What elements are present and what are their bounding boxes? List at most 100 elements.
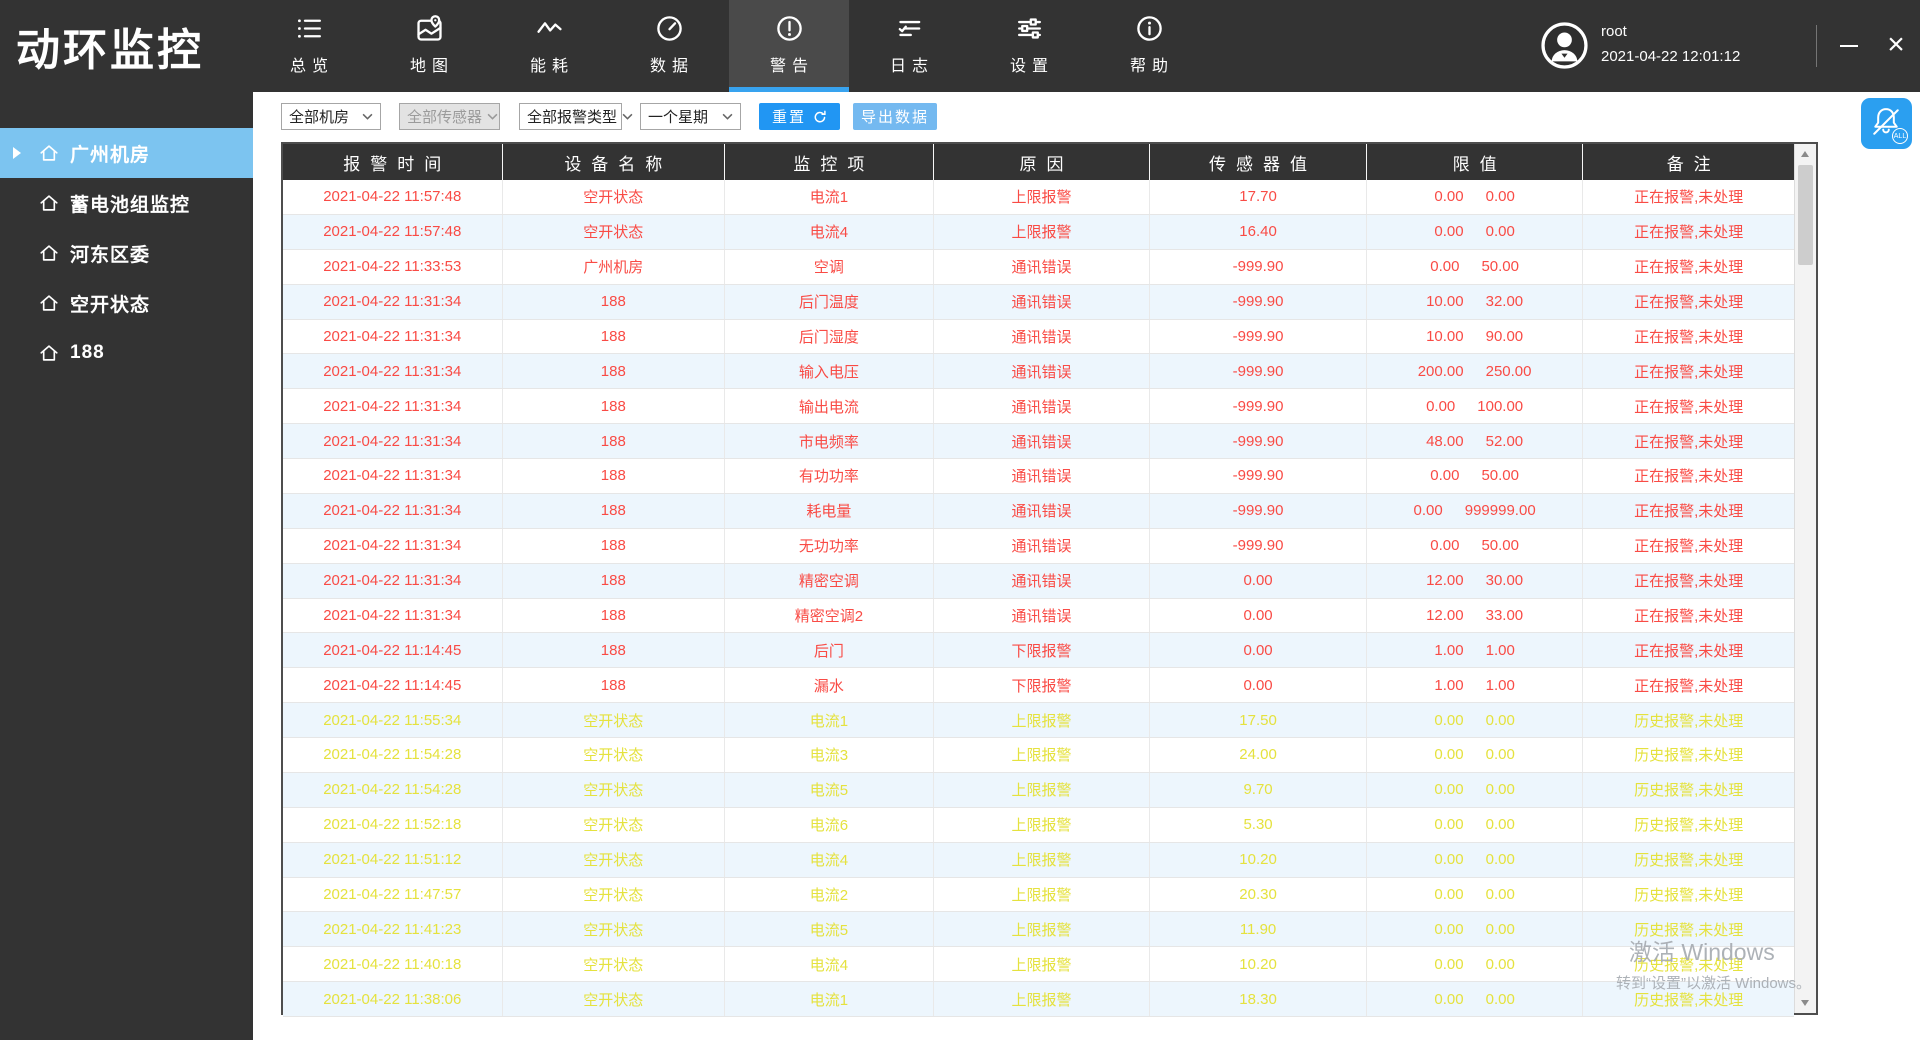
table-row[interactable]: 2021-04-22 11:55:34 空开状态 电流1 上限报警 17.50 0.00 0… [283,703,1794,738]
cell-limit: 48.00 52.00 [1367,424,1584,458]
sidebar-item-1[interactable]: 蓄电池组监控 [0,178,253,228]
limit-low: 0.00 [1434,816,1464,834]
cell-time: 2021-04-22 11:57:48 [283,180,503,214]
table-row[interactable]: 2021-04-22 11:40:18 空开状态 电流4 上限报警 10.20 0.00 0… [283,947,1794,983]
cell-time: 2021-04-22 11:31:34 [283,319,503,354]
table-row[interactable]: 2021-04-22 11:31:34 188 耗电量 通讯错误 -999.90 0.00… [283,493,1794,529]
table-row[interactable]: 2021-04-22 11:54:28 空开状态 电流3 上限报警 24.00 0.00 0… [283,738,1794,773]
cell-remark: 正在报警,未处理 [1634,224,1744,242]
cell-device: 空开状态 [503,842,726,877]
cell-limit: 12.00 30.00 [1367,563,1584,598]
table-row[interactable]: 2021-04-22 11:47:57 空开状态 电流2 上限报警 20.30 0.00 0… [283,877,1794,913]
cell-reason: 通讯错误 [934,354,1151,389]
cell-time: 2021-04-22 11:38:06 [283,982,503,1016]
table-row[interactable]: 2021-04-22 11:31:34 188 无功功率 通讯错误 -999.90 0.0… [283,528,1794,564]
table-row[interactable]: 2021-04-22 11:14:45 188 漏水 下限报警 0.00 1.00 1.00… [283,668,1794,704]
table-row[interactable]: 2021-04-22 11:31:34 188 输入电压 通讯错误 -999.90 200… [283,354,1794,390]
table-row[interactable]: 2021-04-22 11:41:23 空开状态 电流5 上限报警 11.90 0.00 0… [283,912,1794,948]
table-row[interactable]: 2021-04-22 11:14:45 188 后门 下限报警 0.00 1.00 1.00… [283,633,1794,669]
sensor-filter-dropdown[interactable]: 全部传感器 [399,103,500,130]
table-row[interactable]: 2021-04-22 11:31:34 188 输出电流 通讯错误 -999.90 0.0… [283,389,1794,425]
table-row[interactable]: 2021-04-22 11:31:34 188 后门温度 通讯错误 -999.90 10.… [283,284,1794,320]
scroll-up-arrow-icon[interactable] [1795,144,1816,164]
close-icon[interactable]: × [1878,27,1914,65]
sidebar-item-label: 空开状态 [70,294,151,316]
cell-remark: 正在报警,未处理 [1634,642,1744,660]
tab-map[interactable]: 地图 [369,0,489,92]
cell-device: 空开状态 [503,214,726,249]
table-row[interactable]: 2021-04-22 11:51:12 空开状态 电流4 上限报警 10.20 0.00 0… [283,842,1794,878]
table-row[interactable]: 2021-04-22 11:31:34 188 有功功率 通讯错误 -999.90 0.0… [283,459,1794,494]
table-row[interactable]: 2021-04-22 11:31:34 188 精密空调2 通讯错误 0.00 12.00… [283,598,1794,634]
sidebar-item-3[interactable]: 空开状态 [0,278,253,328]
alarm-type-filter-dropdown[interactable]: 全部报警类型 [519,103,633,130]
table-row[interactable]: 2021-04-22 11:54:28 空开状态 电流5 上限报警 9.70 0.00 0.… [283,772,1794,808]
cell-reason: 上限报警 [934,180,1151,214]
mute-all-alarms-button[interactable]: ALL [1861,98,1912,149]
cell-sensor-value: 20.30 [1150,877,1367,912]
table-row[interactable]: 2021-04-22 11:33:53 广州机房 空调 通讯错误 -999.90 0.00… [283,249,1794,285]
cell-device: 188 [503,424,726,458]
cell-sensor-value: 24.00 [1150,738,1367,772]
cell-remark: 历史报警,未处理 [1634,817,1744,835]
cell-sensor-value: 5.30 [1150,807,1367,842]
cell-time: 2021-04-22 11:54:28 [283,772,503,807]
table-scrollbar[interactable] [1794,144,1816,1013]
room-filter-dropdown[interactable]: 全部机房 [281,103,381,130]
tab-overview[interactable]: 总览 [249,0,369,92]
settings-icon [1014,13,1045,44]
cell-remark: 正在报警,未处理 [1634,259,1744,277]
limit-low: 0.00 [1430,467,1460,485]
tab-alerts[interactable]: 警告 [729,0,849,92]
cell-reason: 上限报警 [934,842,1151,877]
limit-low: 0.00 [1434,885,1464,903]
limit-low: 12.00 [1426,606,1464,624]
limit-low: 0.00 [1434,711,1464,729]
sidebar-item-0[interactable]: 广州机房 [0,128,253,178]
time-range-filter-dropdown[interactable]: 一个星期 [640,103,741,130]
cell-remark: 历史报警,未处理 [1634,852,1744,870]
table-row[interactable]: 2021-04-22 11:57:48 空开状态 电流4 上限报警 16.40 0.00 0… [283,214,1794,250]
limit-low: 0.00 [1434,990,1464,1008]
scrollbar-thumb[interactable] [1798,165,1813,265]
table-row[interactable]: 2021-04-22 11:31:34 188 后门湿度 通讯错误 -999.90 10.… [283,319,1794,355]
alert-icon [774,13,805,44]
tab-logs[interactable]: 日志 [849,0,969,92]
export-data-button[interactable]: 导出数据 [853,103,937,130]
column-header-1: 设备名称 [503,144,726,180]
tab-energy[interactable]: 能耗 [489,0,609,92]
cell-sensor-value: 17.50 [1150,703,1367,737]
limit-high: 0.00 [1485,851,1515,869]
limit-high: 0.00 [1485,920,1515,938]
user-avatar[interactable] [1541,22,1588,69]
tab-settings[interactable]: 设置 [969,0,1089,92]
limit-high: 0.00 [1485,816,1515,834]
sidebar-item-4[interactable]: 188 [0,328,253,378]
limit-high: 50.00 [1481,537,1519,555]
limit-high: 30.00 [1485,572,1524,590]
chevron-down-icon [487,113,498,120]
table-row[interactable]: 2021-04-22 11:52:18 空开状态 电流6 上限报警 5.30 0.00 0.… [283,807,1794,843]
sidebar-item-2[interactable]: 河东区委 [0,228,253,278]
minimize-icon[interactable] [1834,30,1864,60]
tab-help[interactable]: 帮助 [1089,0,1209,92]
sidebar: 广州机房 蓄电池组监控 河东区委空开状态 188 [0,92,253,1040]
table-row[interactable]: 2021-04-22 11:31:34 188 精密空调 通讯错误 0.00 12.00 3… [283,563,1794,599]
cell-sensor-value: 11.90 [1150,912,1367,947]
reset-button[interactable]: 重置 [759,103,840,130]
cell-device: 188 [503,389,726,424]
table-row[interactable]: 2021-04-22 11:57:48 空开状态 电流1 上限报警 17.70 0.00 0… [283,180,1794,215]
cell-sensor-value: 0.00 [1150,633,1367,668]
column-header-3: 原因 [934,144,1151,180]
table-row[interactable]: 2021-04-22 11:31:34 188 市电频率 通讯错误 -999.90 48.… [283,424,1794,459]
table-row[interactable]: 2021-04-22 11:38:06 空开状态 电流1 上限报警 18.30 0.00 0… [283,982,1794,1017]
scroll-down-arrow-icon[interactable] [1795,993,1816,1013]
limit-low: 12.00 [1426,572,1464,590]
cell-remark: 正在报警,未处理 [1634,607,1744,625]
cell-limit: 0.00 0.00 [1367,912,1584,947]
tab-data[interactable]: 数据 [609,0,729,92]
limit-low: 0.00 [1434,746,1464,764]
cell-time: 2021-04-22 11:51:12 [283,842,503,877]
cell-time: 2021-04-22 11:54:28 [283,738,503,772]
cell-time: 2021-04-22 11:31:34 [283,389,503,424]
